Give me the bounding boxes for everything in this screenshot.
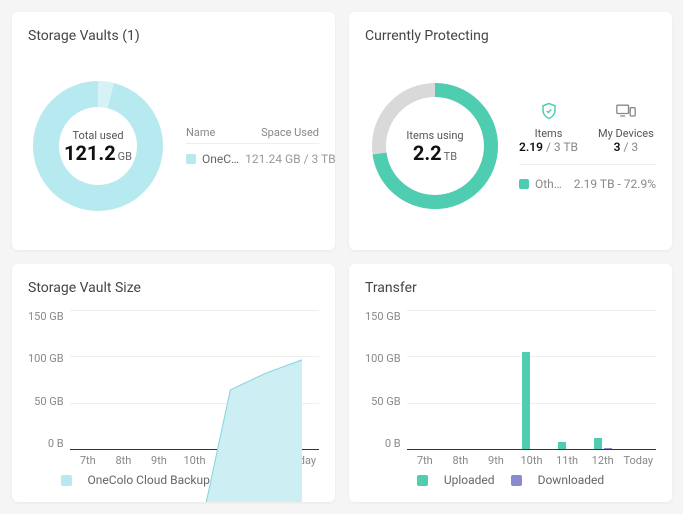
legend-swatch-icon	[417, 475, 428, 486]
bar-slot	[514, 310, 550, 449]
shield-check-icon	[519, 102, 578, 125]
items-stat: Items 2.19 / 3 TB	[519, 102, 578, 154]
vault-size-card: Storage Vault Size 150 GB 100 GB 50 GB 0…	[12, 264, 335, 502]
vault-size-area	[70, 310, 319, 502]
donut-value: 121.2GB	[64, 142, 132, 164]
bar	[558, 442, 566, 449]
row-name: OneC…	[202, 152, 239, 166]
transfer-legend: Uploaded Downloaded	[365, 473, 656, 487]
legend-swatch-icon	[186, 154, 196, 164]
bar	[604, 448, 612, 449]
transfer-plot	[407, 310, 656, 450]
protecting-card: Currently Protecting Items using 2.2TB	[349, 12, 672, 250]
storage-vaults-title: Storage Vaults (1)	[28, 28, 319, 44]
protecting-legend-row[interactable]: Other … 2.19 TB - 72.9%	[519, 177, 656, 191]
protecting-donut: Items using 2.2TB	[365, 76, 505, 216]
storage-vaults-table: Name Space Used OneC… 121.24 GB / 3 TB	[186, 126, 319, 166]
devices-stat: My Devices 3 / 3	[598, 102, 654, 154]
row-used: 121.24 GB / 3 TB	[245, 152, 335, 166]
storage-vaults-card: Storage Vaults (1) Total used 121.2GB Na…	[12, 12, 335, 250]
bar-slot	[620, 310, 656, 449]
bar-slot	[407, 310, 443, 449]
devices-icon	[598, 102, 654, 125]
storage-vaults-donut: Total used 121.2GB	[28, 76, 168, 216]
col-used: Space Used	[261, 126, 319, 139]
bar-slot	[478, 310, 514, 449]
donut-value: 2.2TB	[413, 142, 457, 164]
table-row[interactable]: OneC… 121.24 GB / 3 TB	[186, 144, 319, 166]
legend-swatch-icon	[511, 475, 522, 486]
legend-swatch-icon	[519, 179, 529, 189]
bar-slot	[549, 310, 585, 449]
x-axis: 7th8th9th 10th11th12th Today	[365, 454, 656, 467]
protecting-title: Currently Protecting	[365, 28, 656, 44]
y-axis: 150 GB 100 GB 50 GB 0 B	[365, 310, 407, 450]
bar	[594, 438, 602, 449]
col-name: Name	[186, 126, 215, 139]
vault-size-plot	[70, 310, 319, 450]
y-axis: 150 GB 100 GB 50 GB 0 B	[28, 310, 70, 450]
transfer-card: Transfer 150 GB 100 GB 50 GB 0 B 7th8th9…	[349, 264, 672, 502]
vault-size-title: Storage Vault Size	[28, 280, 319, 296]
bar	[522, 352, 530, 449]
bar-slot	[585, 310, 621, 449]
transfer-title: Transfer	[365, 280, 656, 296]
bar-slot	[442, 310, 478, 449]
